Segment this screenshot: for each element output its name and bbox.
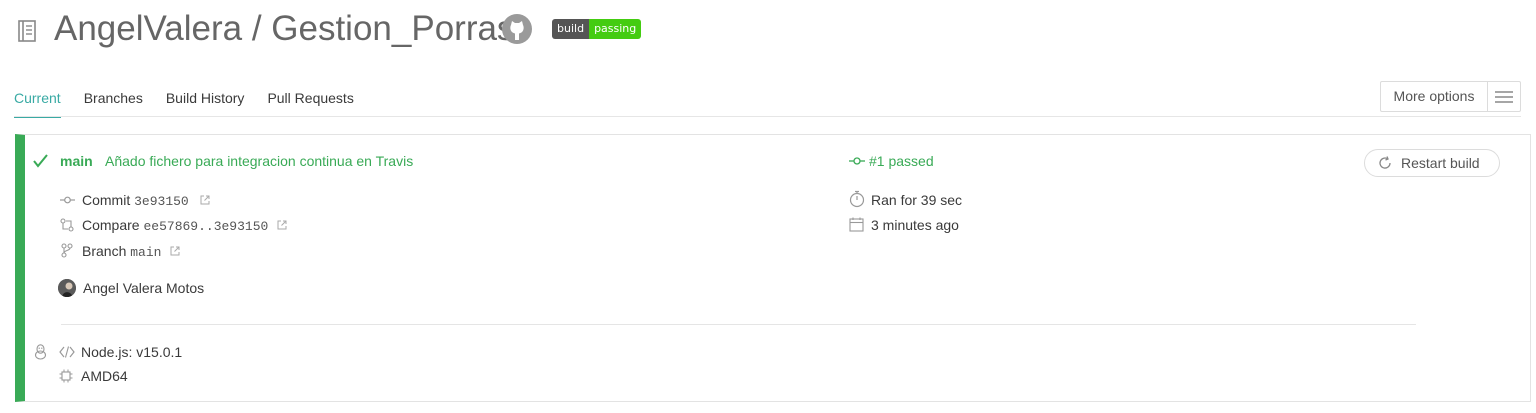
build-status-badge[interactable]: build passing [552, 19, 642, 39]
language-version: Node.js: v15.0.1 [81, 344, 183, 360]
branch-icon [61, 243, 73, 258]
tab-bar: Current Branches Build History Pull Requ… [14, 88, 377, 118]
badge-status: passing [589, 19, 642, 39]
tab-current[interactable]: Current [14, 88, 61, 118]
hamburger-icon [1495, 91, 1513, 103]
build-finished: 3 minutes ago [871, 217, 959, 233]
restart-icon [1378, 156, 1392, 170]
section-divider [61, 324, 1416, 325]
badge-label: build [552, 19, 590, 39]
external-link-icon[interactable] [200, 195, 210, 205]
build-branch[interactable]: main [60, 152, 93, 170]
architecture: AMD64 [81, 368, 128, 384]
external-link-icon[interactable] [277, 220, 287, 230]
avatar[interactable] [58, 279, 76, 297]
repo-title[interactable]: AngelValera / Gestion_Porras [54, 8, 514, 50]
commit-row[interactable]: Commit 3e93150 [82, 191, 189, 211]
commit-icon [60, 195, 75, 205]
commit-hash: 3e93150 [134, 194, 189, 209]
author-name[interactable]: Angel Valera Motos [83, 279, 204, 297]
code-icon [59, 346, 75, 358]
build-card [15, 134, 1531, 402]
github-icon[interactable] [501, 13, 533, 45]
compare-range: ee57869..3e93150 [143, 219, 269, 234]
build-number-status[interactable]: #1 passed [869, 152, 934, 170]
restart-label: Restart build [1401, 155, 1480, 171]
branch-label: Branch [82, 243, 127, 259]
linux-icon [34, 344, 47, 360]
commit-message[interactable]: Añado fichero para integracion continua … [105, 152, 413, 170]
compare-icon [60, 218, 74, 232]
branch-name: main [130, 245, 162, 260]
build-duration: Ran for 39 sec [871, 192, 963, 208]
tabs-divider [14, 116, 1521, 117]
calendar-icon [849, 217, 864, 232]
restart-build-button[interactable]: Restart build [1364, 149, 1500, 177]
branch-row[interactable]: Branch main [82, 242, 161, 262]
compare-row[interactable]: Compare ee57869..3e93150 [82, 216, 268, 236]
repo-icon [16, 19, 38, 43]
tab-pull-requests[interactable]: Pull Requests [267, 88, 353, 118]
cpu-icon [59, 369, 73, 383]
external-link-icon[interactable] [170, 246, 180, 256]
stopwatch-icon [849, 190, 865, 208]
commit-label: Commit [82, 192, 131, 208]
commit-icon [849, 155, 865, 167]
more-options-button[interactable]: More options [1380, 81, 1487, 112]
check-icon [33, 154, 48, 168]
tab-branches[interactable]: Branches [84, 88, 143, 118]
compare-label: Compare [82, 217, 140, 233]
menu-button[interactable] [1487, 81, 1521, 112]
tab-build-history[interactable]: Build History [166, 88, 245, 118]
